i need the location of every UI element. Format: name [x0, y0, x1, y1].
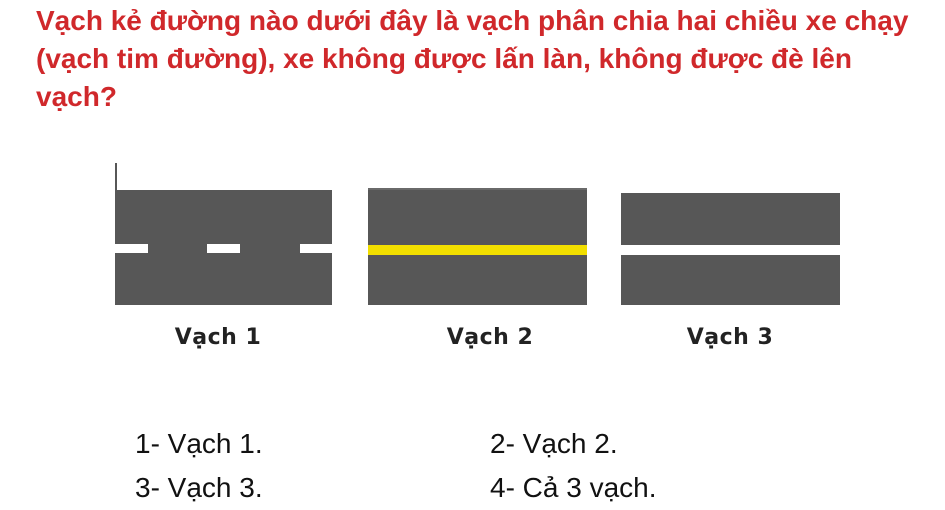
lane-label-3: Vạch 3: [686, 325, 774, 350]
answer-option-4[interactable]: 4- Cả 3 vạch.: [490, 471, 657, 505]
dashed-line-segment: [300, 244, 332, 253]
question-text: Vạch kẻ đường nào dưới đây là vạch phân …: [36, 5, 909, 112]
answer-option-3[interactable]: 3- Vạch 3.: [135, 471, 263, 505]
dashed-line-segment: [115, 244, 148, 253]
road-edge-marker: [115, 163, 117, 190]
solid-yellow-line: [368, 245, 587, 255]
answer-option-1[interactable]: 1- Vạch 1.: [135, 427, 263, 461]
lane-label-1: Vạch 1: [174, 325, 262, 350]
solid-white-line: [621, 245, 840, 255]
lane-label-2: Vạch 2: [446, 325, 534, 350]
answer-option-2[interactable]: 2- Vạch 2.: [490, 427, 618, 461]
dashed-line-segment: [207, 244, 240, 253]
